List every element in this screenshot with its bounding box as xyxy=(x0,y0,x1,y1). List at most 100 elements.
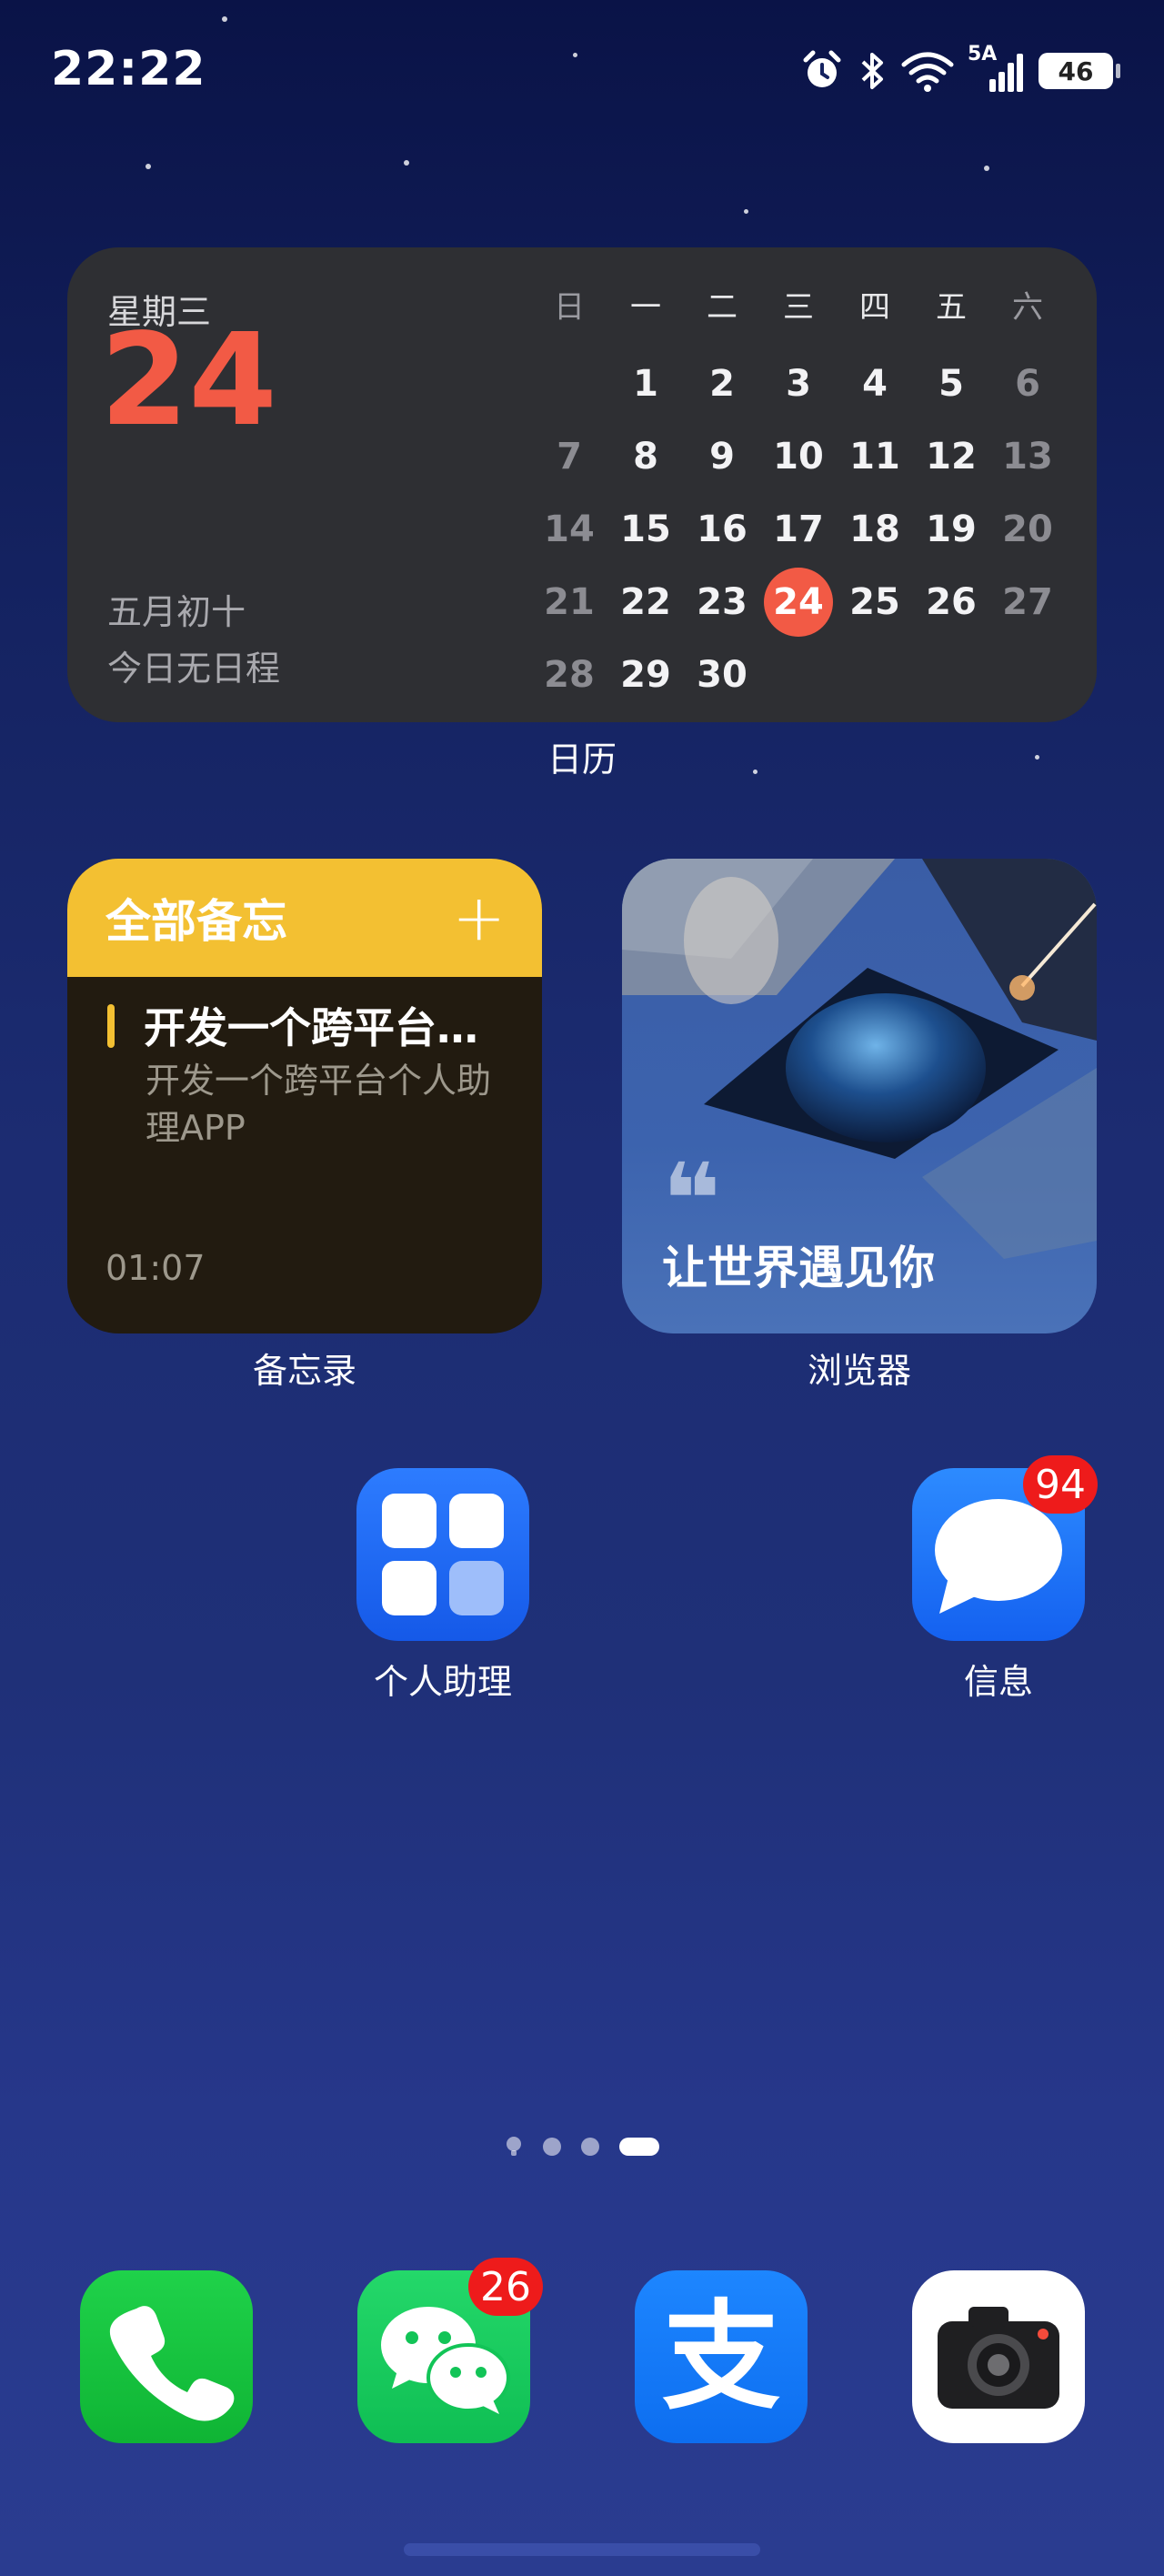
notes-title: 全部备忘 xyxy=(105,895,287,948)
dock-alipay[interactable]: 支 xyxy=(635,2270,808,2443)
star-decoration xyxy=(744,209,748,214)
note-marker xyxy=(107,1004,115,1048)
page-dot[interactable] xyxy=(543,2138,561,2156)
calendar-date-cell: 28 xyxy=(544,654,595,696)
alarm-icon xyxy=(803,50,841,87)
app-messages[interactable]: 94 信息 xyxy=(912,1455,1098,1704)
calendar-date-cell: 13 xyxy=(1002,436,1053,478)
star-decoration xyxy=(573,53,577,57)
calendar-date-cell: 15 xyxy=(620,508,671,550)
calendar-empty-cell xyxy=(989,639,1066,711)
page-dot-active[interactable] xyxy=(619,2138,659,2156)
notes-header: 全部备忘 + xyxy=(67,859,542,977)
star-decoration xyxy=(984,166,989,171)
page-indicator-bulb-icon xyxy=(507,2137,521,2156)
calendar-date-cell: 16 xyxy=(697,508,748,550)
signal-icon xyxy=(989,54,1023,92)
star-decoration xyxy=(1035,755,1039,760)
calendar-date-cell: 18 xyxy=(849,508,900,550)
calendar-schedule-status: 今日无日程 xyxy=(107,649,281,689)
dock-phone[interactable] xyxy=(80,2270,253,2443)
calendar-date-cell: 14 xyxy=(544,508,595,550)
calendar-empty-cell xyxy=(837,639,913,711)
calendar-weekday-header: 二 xyxy=(707,288,738,326)
calendar-date-cell: 23 xyxy=(697,581,748,623)
assistant-grid-icon xyxy=(356,1468,529,1641)
dock-wechat[interactable]: 26 xyxy=(357,2258,543,2443)
note-item-body: 开发一个跨平台个人助理APP xyxy=(146,1061,492,1149)
calendar-date-cell: 26 xyxy=(926,581,977,623)
calendar-date-cell: 1 xyxy=(633,363,658,405)
status-time: 22:22 xyxy=(51,42,206,96)
battery-level: 46 xyxy=(1058,55,1094,86)
unread-badge: 94 xyxy=(1023,1455,1098,1514)
signal-indicator: 5A xyxy=(968,43,1024,94)
wifi-icon xyxy=(901,52,954,92)
calendar-widget[interactable]: 星期三 24 五月初十 今日无日程 日一二三四五六 1 2 3 4 5 6 7 8 9 10 11 12… xyxy=(67,247,1097,722)
calendar-date-cell: 27 xyxy=(1002,581,1053,623)
calendar-date-cell: 10 xyxy=(773,436,824,478)
calendar-date-cell: 17 xyxy=(773,508,824,550)
calendar-date-cell: 19 xyxy=(926,508,977,550)
alipay-glyph: 支 xyxy=(661,2288,780,2426)
calendar-date-cell: 29 xyxy=(620,654,671,696)
calendar-date-cell: 9 xyxy=(709,436,735,478)
unread-badge: 26 xyxy=(468,2258,543,2316)
notes-widget-label: 备忘录 xyxy=(252,1351,356,1391)
calendar-empty-cell xyxy=(760,639,837,711)
calendar-today-cell: 24 xyxy=(760,566,837,639)
calendar-widget-label: 日历 xyxy=(547,740,617,780)
calendar-date-cell: 20 xyxy=(1002,508,1053,550)
wechat-icon: 26 xyxy=(357,2258,543,2443)
calendar-weekday-header: 五 xyxy=(936,288,967,326)
calendar-date-cell: 4 xyxy=(862,363,888,405)
calendar-empty-cell xyxy=(913,639,989,711)
star-decoration xyxy=(753,770,758,774)
calendar-date-cell: 7 xyxy=(557,436,582,478)
calendar-date-cell: 6 xyxy=(1015,363,1040,405)
status-icons: 5A 46 xyxy=(800,43,1120,96)
note-item-title[interactable]: 开发一个跨平台… xyxy=(144,995,478,1055)
browser-slogan: 让世界遇见你 xyxy=(662,1242,935,1294)
calendar-date-cell: 30 xyxy=(697,654,748,696)
calendar-day-number: 24 xyxy=(100,307,277,455)
note-time: 01:07 xyxy=(105,1248,206,1288)
message-bubble-icon: 94 xyxy=(912,1455,1098,1641)
calendar-date-cell: 2 xyxy=(709,363,735,405)
page-indicator[interactable] xyxy=(0,2136,1164,2158)
calendar-date-cell: 22 xyxy=(620,581,671,623)
calendar-weekday-header: 三 xyxy=(783,288,814,326)
calendar-date-cell: 3 xyxy=(786,363,811,405)
app-personal-assistant[interactable]: 个人助理 xyxy=(356,1468,529,1704)
calendar-date-cell: 11 xyxy=(849,436,900,478)
battery-icon: 46 xyxy=(1039,53,1120,89)
calendar-weekday-header: 六 xyxy=(1012,288,1043,326)
phone-icon xyxy=(80,2270,253,2443)
dock-camera[interactable] xyxy=(912,2270,1085,2443)
calendar-date-cell: 21 xyxy=(544,581,595,623)
notes-widget[interactable]: 全部备忘 + 开发一个跨平台… 开发一个跨平台个人助理APP 01:07 xyxy=(67,859,542,1333)
browser-widget[interactable]: ❝ 让世界遇见你 xyxy=(622,859,1097,1333)
calendar-empty-cell xyxy=(531,347,607,420)
browser-widget-label: 浏览器 xyxy=(807,1351,911,1391)
calendar-weekday-header: 四 xyxy=(859,288,890,326)
calendar-date-cell: 8 xyxy=(633,436,658,478)
star-decoration xyxy=(222,16,227,22)
calendar-weekday-header: 日 xyxy=(554,288,585,326)
app-label: 信息 xyxy=(963,1662,1033,1702)
add-note-button[interactable]: + xyxy=(452,886,506,950)
home-indicator[interactable] xyxy=(404,2543,760,2556)
calendar-date-cell: 12 xyxy=(926,436,977,478)
alipay-icon: 支 xyxy=(635,2270,808,2443)
camera-icon xyxy=(912,2270,1085,2443)
star-decoration xyxy=(146,164,151,169)
calendar-month-grid: 日一二三四五六 1 2 3 4 5 6 7 8 9 10 11 12 13 14 15 16 17 18 19 20 21… xyxy=(531,275,1066,711)
calendar-lunar-date: 五月初十 xyxy=(107,592,246,632)
bluetooth-icon xyxy=(861,53,883,89)
star-decoration xyxy=(404,160,409,166)
app-label: 个人助理 xyxy=(373,1662,512,1702)
calendar-date-cell: 5 xyxy=(938,363,964,405)
calendar-date-cell: 25 xyxy=(849,581,900,623)
page-dot[interactable] xyxy=(581,2138,599,2156)
calendar-weekday-header: 一 xyxy=(630,288,661,326)
